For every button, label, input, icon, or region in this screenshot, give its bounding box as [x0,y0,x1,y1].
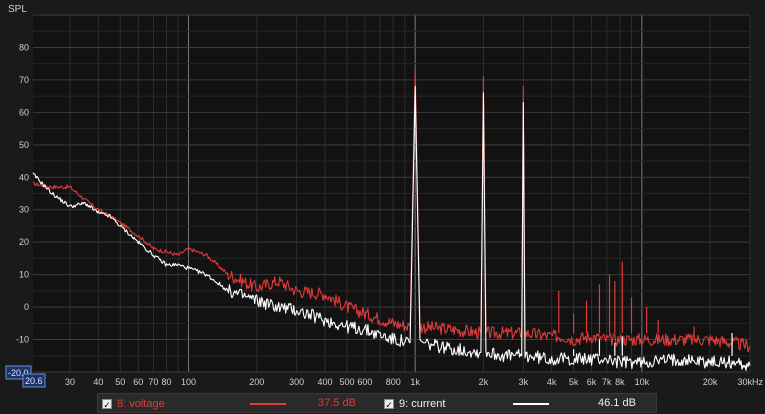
y-tick-label: 30 [19,205,29,215]
y-tick-label: 0 [24,302,29,312]
x-tick-label: 300 [289,377,304,387]
x-tick-label: 800 [386,377,401,387]
x-tick-label: 6k [587,377,597,387]
x-min-box[interactable]: 20.6 [22,373,46,388]
x-tick-label: 3k [519,377,529,387]
legend-label-current: 9: current [399,398,446,410]
legend-swatch-current [513,403,549,405]
checkbox-current[interactable]: ✓ [384,399,394,410]
spl-chart: 80706050403020100-1030 40 50 60 70 80 100 200 30… [0,0,765,393]
y-tick-label: 80 [19,42,29,52]
x-axis-min-value[interactable]: 20.6 [25,376,43,386]
x-tick-label: 30kHz [737,377,763,387]
x-tick-label: 600 [357,377,372,387]
y-axis-label: SPL [8,4,27,15]
x-tick-label: 1k [410,377,420,387]
legend: ✓ 8: voltage 37.5 dB ✓ 9: current 46.1 d… [97,393,657,413]
checkbox-voltage[interactable]: ✓ [102,399,112,410]
x-tick-label: 80 [162,377,172,387]
x-tick-label: 10k [635,377,650,387]
x-tick-label: 500 [339,377,354,387]
x-tick-label: 100 [181,377,196,387]
x-tick-label: 40 [93,377,103,387]
x-tick-label: 200 [249,377,264,387]
x-tick-label: 30 [65,377,75,387]
legend-label-voltage: 8: voltage [117,398,165,410]
y-tick-label: 50 [19,140,29,150]
legend-item-current[interactable]: ✓ 9: current [384,397,445,411]
x-tick-label: 5k [569,377,579,387]
x-tick-label: 60 [133,377,143,387]
legend-value-voltage: 37.5 dB [318,397,356,409]
y-tick-label: -10 [16,335,29,345]
legend-swatch-voltage [250,403,286,405]
y-tick-label: 40 [19,172,29,182]
x-tick-label: 20k [703,377,718,387]
x-tick-label: 400 [317,377,332,387]
y-tick-label: 70 [19,75,29,85]
y-tick-label: 20 [19,237,29,247]
x-tick-label: 8k [615,377,625,387]
x-tick-label: 70 [148,377,158,387]
x-tick-label: 7k [602,377,612,387]
x-tick-label: 50 [115,377,125,387]
legend-value-current: 46.1 dB [598,397,636,409]
y-tick-label: 10 [19,270,29,280]
y-tick-label: 60 [19,107,29,117]
x-tick-label: 2k [479,377,489,387]
legend-item-voltage[interactable]: ✓ 8: voltage [102,397,165,411]
x-tick-label: 4k [547,377,557,387]
